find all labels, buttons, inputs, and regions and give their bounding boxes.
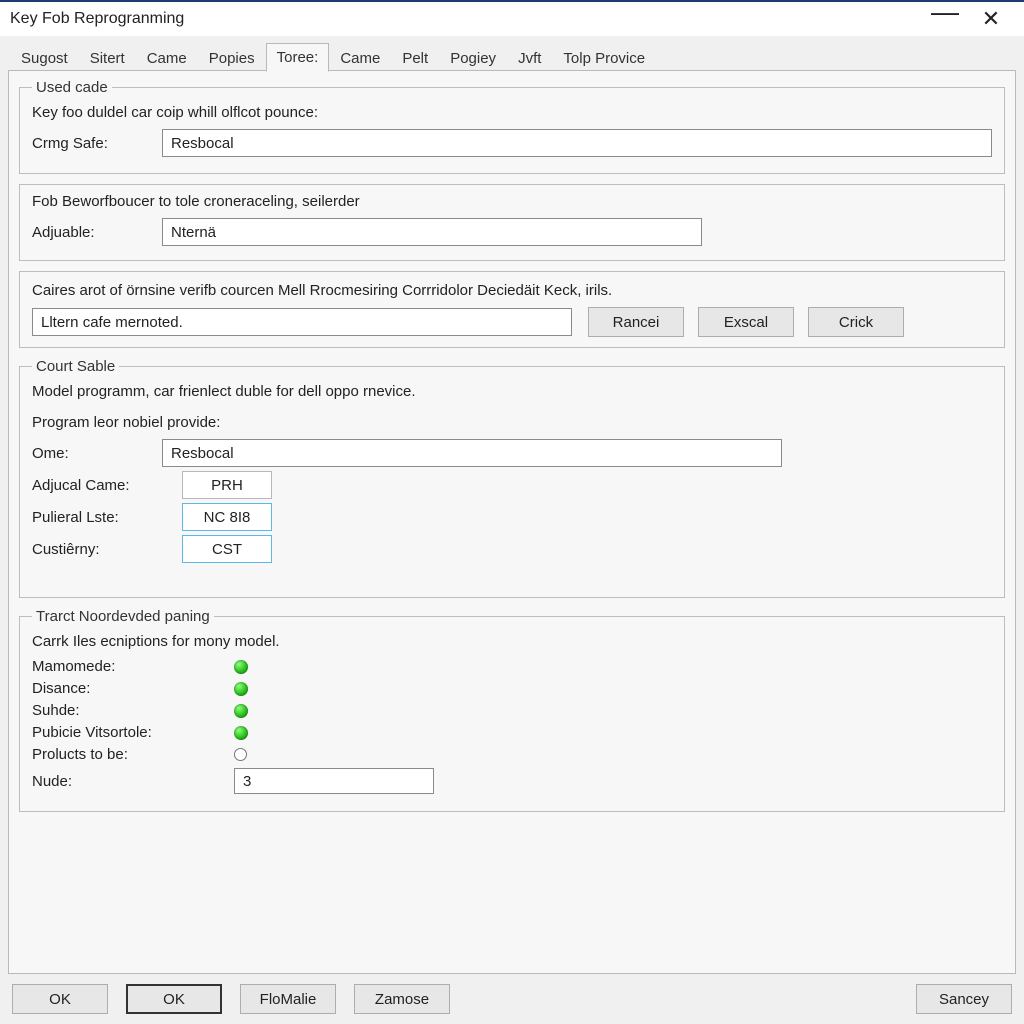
field-label: Pulieral Lste:	[32, 509, 172, 526]
status-row: Pubicie Vitsortole:	[32, 724, 992, 741]
exscal-button[interactable]: Exscal	[698, 307, 794, 337]
status-row: Prolucts to be:	[32, 746, 992, 763]
crick-button[interactable]: Crick	[808, 307, 904, 337]
status-led-on-icon	[234, 660, 248, 674]
status-row: Mamomede:	[32, 658, 992, 675]
status-label: Suhde:	[32, 702, 202, 719]
minimize-button[interactable]: —	[922, 2, 968, 36]
status-led-on-icon	[234, 726, 248, 740]
tab-pogiey[interactable]: Pogiey	[439, 44, 507, 72]
detail-value-input[interactable]: NC 8I8	[182, 503, 272, 531]
group-desc: Caires arot of örnsine verifb courcen Me…	[32, 282, 992, 299]
group-adjustable: Fob Beworfboucer to tole croneraceling, …	[19, 184, 1005, 261]
detail-value-input[interactable]: PRH	[182, 471, 272, 499]
tab-page: Used cade Key foo duldel car coip whill …	[8, 70, 1016, 974]
group-caires: Caires arot of örnsine verifb courcen Me…	[19, 271, 1005, 348]
tab-jvft[interactable]: Jvft	[507, 44, 552, 72]
field-label: Custiêrny:	[32, 541, 172, 558]
sancey-button[interactable]: Sancey	[916, 984, 1012, 1014]
tab-pelt[interactable]: Pelt	[391, 44, 439, 72]
detail-value-input[interactable]: CST	[182, 535, 272, 563]
app-window: Key Fob Reprogranming — ✕ SugostSitertCa…	[0, 0, 1024, 1024]
status-label: Mamomede:	[32, 658, 202, 675]
tab-toree-[interactable]: Toree:	[266, 43, 330, 72]
group-desc: Key foo duldel car coip whill olflcot po…	[32, 104, 992, 121]
status-label: Pubicie Vitsortole:	[32, 724, 202, 741]
detail-row: Custiêrny: CST	[32, 535, 992, 563]
field-label: Adjucal Came:	[32, 477, 172, 494]
field-label: Adjuable:	[32, 224, 152, 241]
group-used-cade: Used cade Key foo duldel car coip whill …	[19, 79, 1005, 174]
field-label: Crmg Safe:	[32, 135, 152, 152]
lltern-input[interactable]: Lltern cafe mernoted.	[32, 308, 572, 336]
detail-row: Adjucal Came: PRH	[32, 471, 992, 499]
field-row: Ome: Resbocal	[32, 439, 992, 467]
flomalie-button[interactable]: FloMalie	[240, 984, 336, 1014]
status-led-on-icon	[234, 682, 248, 696]
ok-button[interactable]: OK	[12, 984, 108, 1014]
field-row: Adjuable: Nternä	[32, 218, 992, 246]
tabstrip: SugostSitertCamePopiesToree:CamePeltPogi…	[8, 42, 1016, 71]
group-trarct: Trarct Noordevded paning Carrk Iles ecni…	[19, 608, 1005, 812]
field-label: Nude:	[32, 773, 202, 790]
group-legend: Court Sable	[32, 358, 119, 375]
adjustable-input[interactable]: Nternä	[162, 218, 702, 246]
field-label: Ome:	[32, 445, 152, 462]
status-label: Prolucts to be:	[32, 746, 202, 763]
status-led-on-icon	[234, 704, 248, 718]
nude-row: Nude: 3	[32, 768, 992, 794]
controls-row: Lltern cafe mernoted. Rancei Exscal Crick	[32, 307, 992, 337]
close-button[interactable]: ✕	[968, 2, 1014, 36]
tab-sugost[interactable]: Sugost	[10, 44, 79, 72]
footer-left: OK OK FloMalie Zamose	[12, 984, 450, 1014]
crmg-safe-input[interactable]: Resbocal	[162, 129, 992, 157]
group-desc: Carrk Iles ecniptions for mony model.	[32, 633, 992, 650]
status-label: Disance:	[32, 680, 202, 697]
tab-came[interactable]: Came	[329, 44, 391, 72]
client-area: SugostSitertCamePopiesToree:CamePeltPogi…	[0, 36, 1024, 974]
ome-input[interactable]: Resbocal	[162, 439, 782, 467]
window-title: Key Fob Reprogranming	[10, 10, 184, 28]
ok-button[interactable]: OK	[126, 984, 222, 1014]
group-subdesc: Program leor nobiel provide:	[32, 414, 992, 431]
detail-row: Pulieral Lste: NC 8I8	[32, 503, 992, 531]
tab-tolp-provice[interactable]: Tolp Provice	[552, 44, 656, 72]
tab-sitert[interactable]: Sitert	[79, 44, 136, 72]
nude-input[interactable]: 3	[234, 768, 434, 794]
rancei-button[interactable]: Rancei	[588, 307, 684, 337]
group-legend: Used cade	[32, 79, 112, 96]
zamose-button[interactable]: Zamose	[354, 984, 450, 1014]
group-court-sable: Court Sable Model programm, car frienlec…	[19, 358, 1005, 598]
group-desc: Model programm, car frienlect duble for …	[32, 383, 992, 400]
dialog-footer: OK OK FloMalie Zamose Sancey	[0, 974, 1024, 1024]
group-legend: Trarct Noordevded paning	[32, 608, 214, 625]
status-led-off-icon	[234, 748, 247, 761]
tab-popies[interactable]: Popies	[198, 44, 266, 72]
status-row: Disance:	[32, 680, 992, 697]
button-row: Rancei Exscal Crick	[588, 307, 904, 337]
tab-came[interactable]: Came	[136, 44, 198, 72]
status-row: Suhde:	[32, 702, 992, 719]
group-desc: Fob Beworfboucer to tole croneraceling, …	[32, 193, 992, 210]
titlebar: Key Fob Reprogranming — ✕	[0, 2, 1024, 36]
field-row: Crmg Safe: Resbocal	[32, 129, 992, 157]
